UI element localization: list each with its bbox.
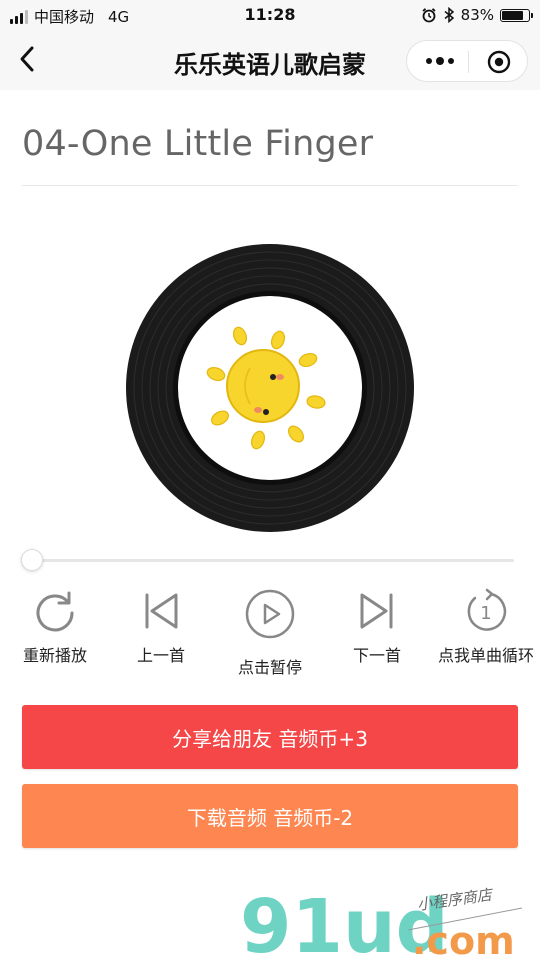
close-button[interactable]: [487, 50, 511, 74]
replay-label: 重新播放: [22, 646, 87, 665]
title-divider: [22, 185, 518, 186]
target-circle-icon: [494, 57, 504, 67]
previous-track-button[interactable]: 上一首: [106, 588, 216, 666]
svg-text:1: 1: [480, 603, 491, 624]
vinyl-record-artwork: [126, 244, 414, 532]
next-track-button[interactable]: 下一首: [322, 588, 432, 666]
more-dots-icon-right: [448, 58, 454, 64]
more-dots-icon: [426, 58, 432, 64]
replay-icon: [36, 591, 74, 632]
battery-level: [502, 10, 523, 20]
next-track-label: 下一首: [352, 646, 401, 665]
song-title: 04-One Little Finger: [22, 124, 374, 164]
nav-bar: 乐乐英语儿歌启蒙: [0, 32, 540, 90]
next-track-icon: [360, 593, 393, 629]
battery-percent: 83%: [460, 6, 494, 24]
pause-button[interactable]: 点击暂停: [215, 588, 325, 678]
status-bar: 中国移动 4G 11:28 83%: [0, 0, 540, 32]
svg-text:.com: .com: [412, 919, 515, 960]
capsule-divider: [468, 51, 469, 73]
repeat-one-button[interactable]: 1 点我单曲循环: [431, 588, 540, 666]
share-button[interactable]: 分享给朋友 音频币+3: [22, 705, 518, 769]
status-right: 83%: [421, 6, 533, 24]
progress-slider-thumb[interactable]: [21, 549, 43, 571]
download-button[interactable]: 下载音频 音频币-2: [22, 784, 518, 848]
site-watermark-logo: 91ud .com 小程序商店: [240, 884, 523, 960]
alarm-icon: [422, 8, 436, 23]
previous-track-icon: [145, 593, 178, 629]
bluetooth-icon: [444, 7, 454, 23]
previous-track-label: 上一首: [136, 646, 185, 665]
repeat-one-icon: 1: [467, 588, 507, 631]
play-icon: [245, 589, 295, 639]
more-button[interactable]: [425, 52, 455, 70]
pause-label: 点击暂停: [237, 658, 302, 677]
replay-button[interactable]: 重新播放: [0, 588, 110, 666]
mini-program-capsule: [406, 40, 528, 82]
battery-icon: [500, 8, 533, 22]
repeat-one-label: 点我单曲循环: [437, 646, 534, 665]
more-dots-icon-center: [436, 57, 444, 65]
progress-track[interactable]: [32, 559, 514, 562]
